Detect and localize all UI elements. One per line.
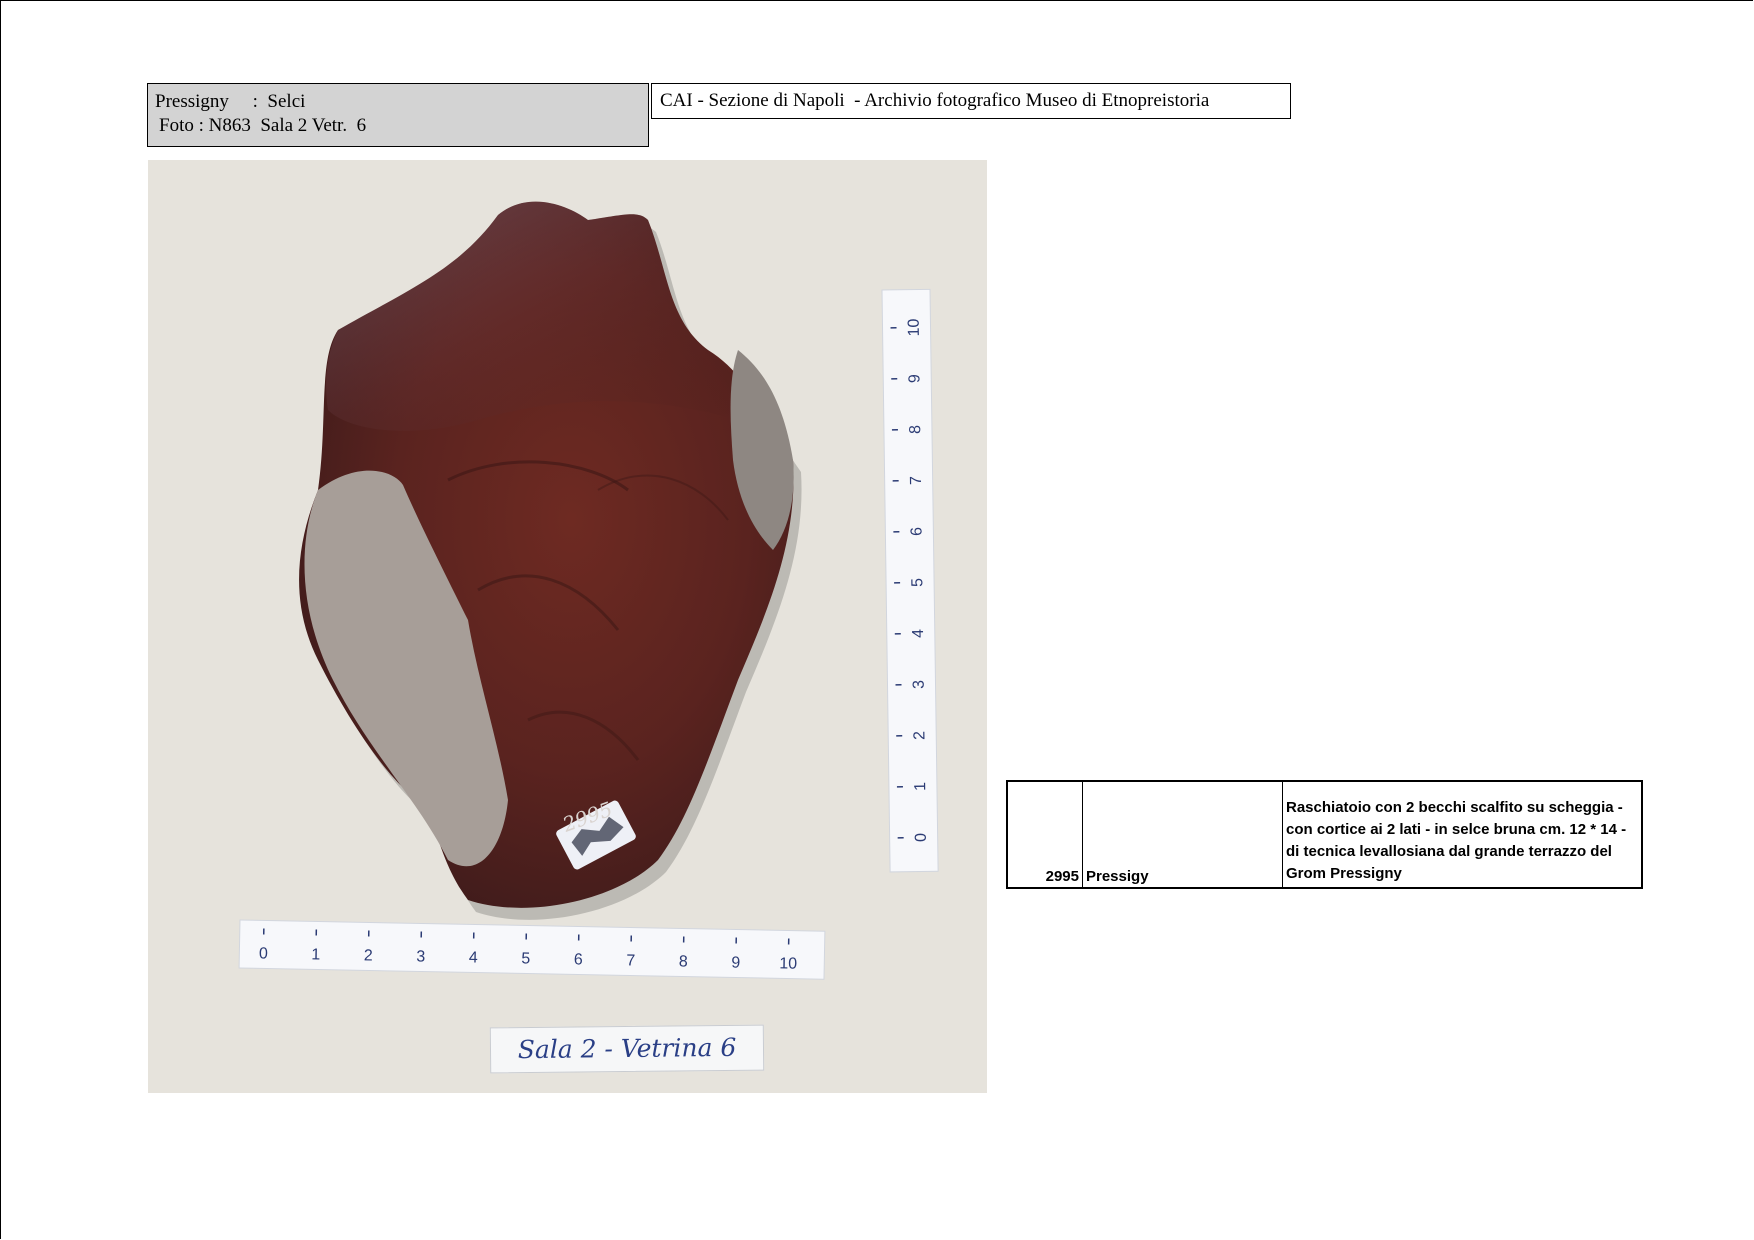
ruler-label: 1 — [311, 946, 320, 963]
ruler-label: 10 — [906, 318, 923, 336]
ruler-label: 4 — [910, 629, 927, 638]
ruler-label: 7 — [908, 476, 925, 485]
ruler-label: 6 — [574, 951, 583, 968]
ruler-label: 9 — [906, 374, 923, 383]
ruler-label: 3 — [416, 948, 425, 965]
ruler-label: 10 — [779, 955, 797, 972]
artifact-photo-drawing: 2995 0 1 2 3 4 5 6 7 8 9 10 012345678910 — [148, 160, 987, 1093]
record-number-cell: 2995 — [1008, 782, 1083, 887]
catalog-record-table: 2995 Pressigy Raschiatoio con 2 becchi s… — [1006, 780, 1643, 889]
ruler-label: 9 — [731, 954, 740, 971]
ruler-label: 7 — [626, 952, 635, 969]
ruler-label: 5 — [909, 578, 926, 587]
vertical-ruler: 0 1 2 3 4 5 6 7 8 9 10 — [881, 288, 939, 873]
location-material-line: Pressigny : Selci — [155, 91, 306, 112]
ruler-label: 6 — [909, 527, 926, 536]
record-site: Pressigy — [1086, 868, 1149, 885]
ruler-label: 2 — [364, 947, 373, 964]
ruler-label: 4 — [469, 949, 478, 966]
ruler-label: 8 — [679, 953, 688, 970]
ruler-label: 0 — [913, 833, 930, 842]
artifact-photograph: 2995 0 1 2 3 4 5 6 7 8 9 10 0 1 2 3 4 5 6 7 8 9 10 — [148, 160, 987, 1093]
ruler-label: 5 — [521, 950, 530, 967]
archive-title: CAI - Sezione di Napoli - Archivio fotog… — [651, 83, 1291, 119]
ruler-label: 2 — [911, 731, 928, 740]
record-number: 2995 — [1045, 868, 1079, 885]
handwritten-showcase-label: Sala 2 - Vetrina 6 — [489, 1024, 765, 1074]
ruler-label: 1 — [912, 782, 929, 791]
photo-info-box: Pressigny : Selci Foto : N863 Sala 2 Vet… — [147, 83, 649, 147]
record-description: Raschiatoio con 2 becchi scalfito su sch… — [1286, 799, 1627, 882]
photo-reference-line: Foto : N863 Sala 2 Vetr. 6 — [159, 115, 367, 136]
record-site-cell: Pressigy — [1083, 782, 1283, 887]
record-description-cell: Raschiatoio con 2 becchi scalfito su sch… — [1283, 782, 1641, 887]
ruler-label: 3 — [911, 680, 928, 689]
ruler-label: 0 — [259, 945, 268, 962]
ruler-label: 8 — [907, 425, 924, 434]
